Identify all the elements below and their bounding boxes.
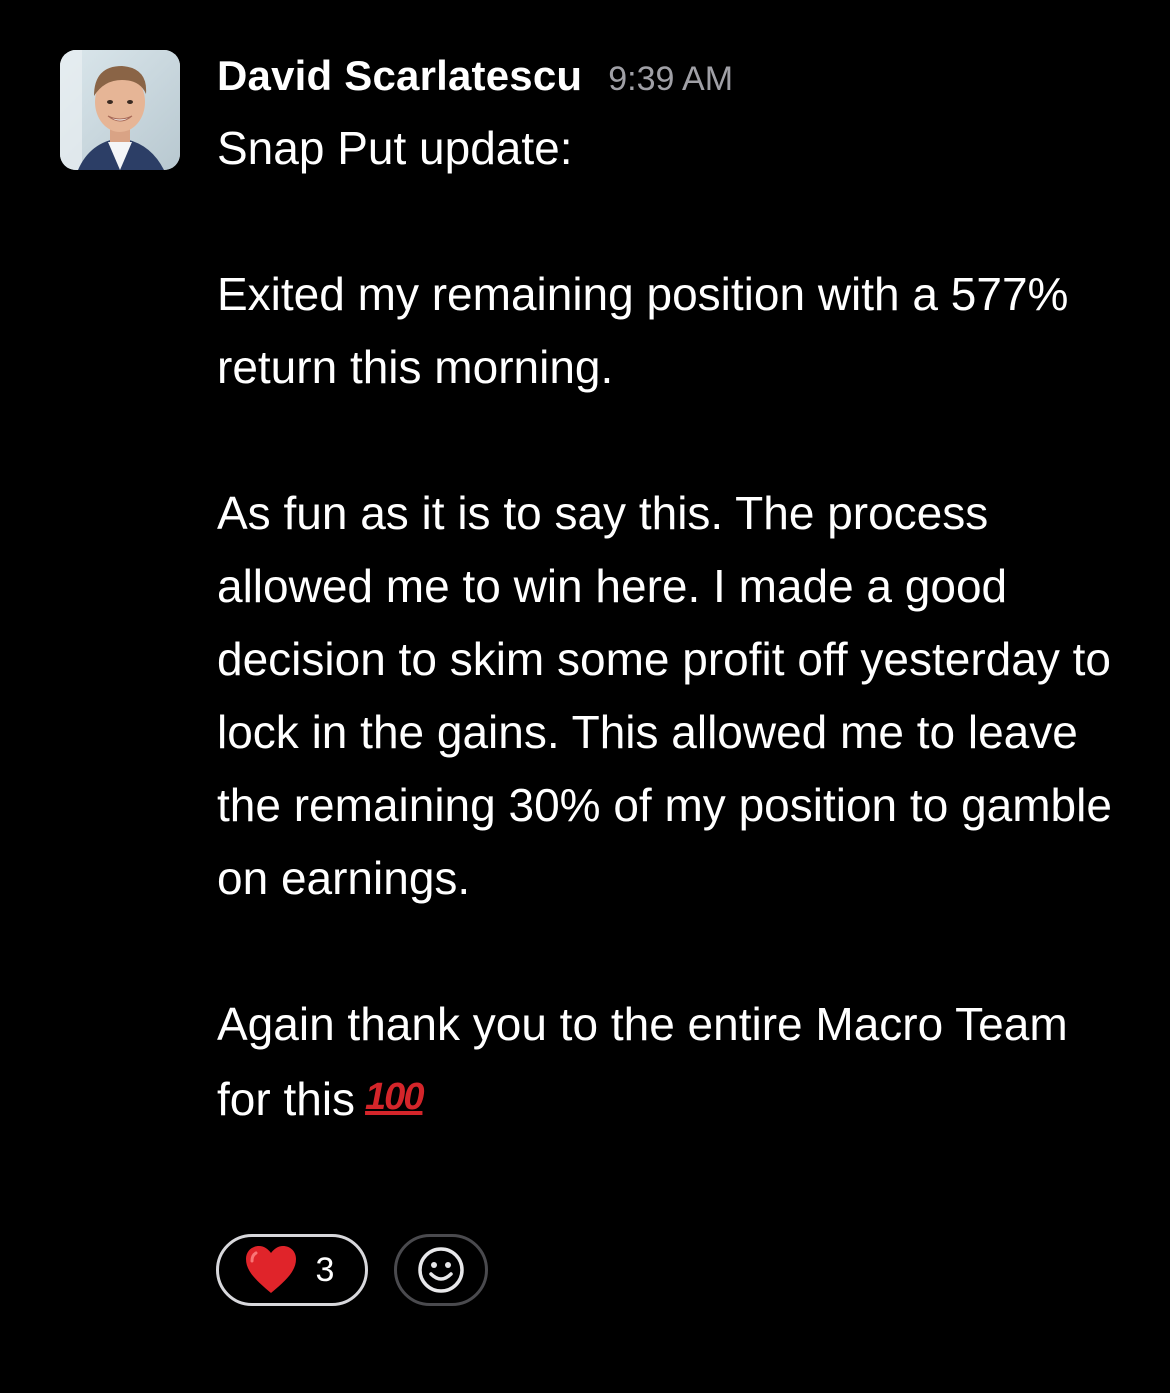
message: David Scarlatescu 9:39 AM Snap Put updat… [0,0,1170,1393]
avatar-image [60,50,180,170]
message-paragraph-last: Again thank you to the entire Macro Team… [217,988,1117,1136]
message-paragraph-text: Again thank you to the entire Macro Team… [217,998,1068,1125]
message-paragraph: Snap Put update: [217,122,573,174]
reaction-heart[interactable]: 3 [216,1234,368,1306]
message-header: David Scarlatescu 9:39 AM [217,52,733,108]
add-reaction-button[interactable] [394,1234,488,1306]
reaction-count: 3 [315,1250,335,1289]
avatar[interactable] [60,50,180,170]
message-body: Snap Put update: Exited my remaining pos… [217,112,1117,1136]
author-name[interactable]: David Scarlatescu [217,52,582,100]
message-paragraph: Exited my remaining position with a 577%… [217,268,1069,393]
reactions-bar: 3 [216,1234,488,1306]
message-paragraph: As fun as it is to say this. The process… [217,487,1112,904]
timestamp[interactable]: 9:39 AM [608,60,733,99]
smiley-face-icon [418,1247,464,1293]
red-heart-icon [245,1246,296,1293]
hundred-points-icon: 100 [365,1076,424,1118]
